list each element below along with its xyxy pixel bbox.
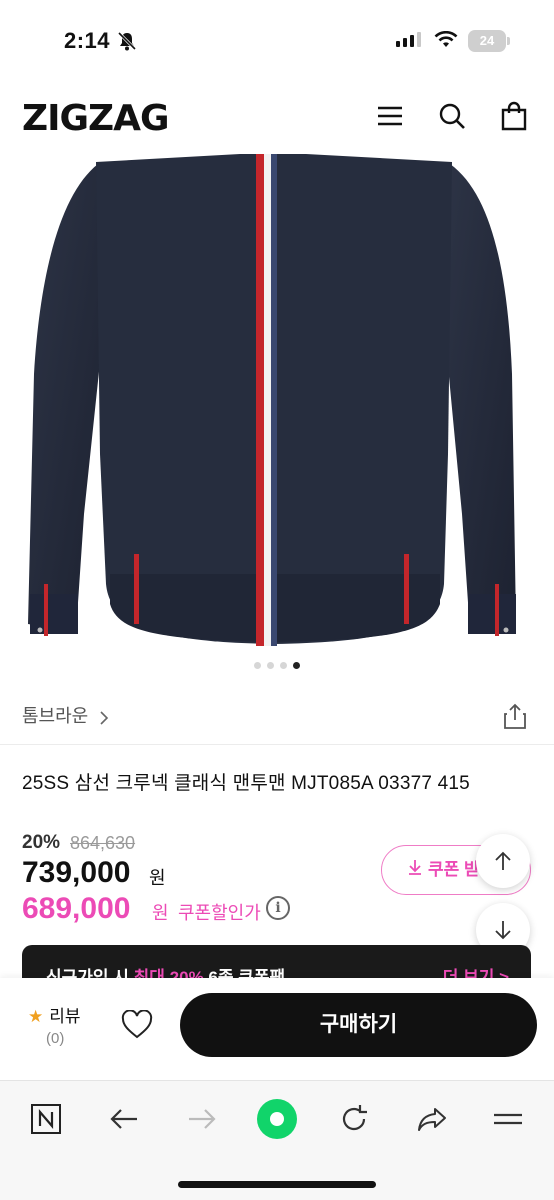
carousel-indicator bbox=[0, 662, 554, 669]
brand-row[interactable]: 톰브라운 bbox=[22, 702, 532, 730]
green-dot-icon bbox=[257, 1099, 297, 1139]
menu-icon[interactable] bbox=[374, 100, 406, 132]
carousel-dot[interactable] bbox=[280, 662, 287, 669]
share-page-button[interactable] bbox=[414, 1101, 450, 1137]
home-indicator[interactable] bbox=[178, 1181, 376, 1188]
download-icon bbox=[409, 860, 421, 875]
coupon-price-unit: 원 bbox=[152, 903, 169, 923]
arrow-right-icon bbox=[189, 1109, 216, 1129]
refresh-icon bbox=[342, 1105, 367, 1131]
share-arrow-icon bbox=[418, 1108, 446, 1131]
arrow-up-icon bbox=[495, 851, 511, 870]
app-header: ZIGZAG bbox=[0, 84, 554, 154]
carousel-dot[interactable] bbox=[267, 662, 274, 669]
wifi-icon bbox=[434, 31, 458, 47]
buy-button[interactable]: 구매하기 bbox=[180, 993, 537, 1057]
coupon-price-label: 쿠폰할인가 bbox=[178, 903, 261, 923]
review-count: (0) bbox=[46, 1030, 65, 1047]
hamburger-icon bbox=[494, 1113, 522, 1125]
naver-home-button[interactable] bbox=[28, 1101, 64, 1137]
sweatshirt-image bbox=[28, 154, 516, 646]
back-button[interactable] bbox=[106, 1101, 142, 1137]
search-icon[interactable] bbox=[436, 100, 468, 132]
cell-signal-icon bbox=[396, 32, 421, 47]
mute-bell-icon bbox=[117, 31, 137, 51]
review-label: 리뷰 bbox=[49, 1007, 81, 1026]
heart-icon[interactable] bbox=[120, 1010, 154, 1040]
naver-n-icon bbox=[31, 1104, 61, 1134]
coupon-price: 689,000 bbox=[22, 892, 131, 925]
naver-green-dot-button[interactable] bbox=[255, 1097, 299, 1141]
review-link[interactable]: ★ 리뷰 bbox=[28, 1002, 81, 1027]
sale-price-unit: 원 bbox=[149, 868, 166, 888]
battery-indicator: 24 bbox=[468, 30, 510, 52]
star-icon: ★ bbox=[28, 1007, 44, 1026]
original-price: 864,630 bbox=[70, 833, 136, 853]
info-icon[interactable]: i bbox=[266, 896, 290, 920]
browser-menu-button[interactable] bbox=[490, 1101, 526, 1137]
shopping-bag-icon[interactable] bbox=[498, 100, 530, 132]
carousel-dot-active[interactable] bbox=[293, 662, 300, 669]
scroll-up-button[interactable] bbox=[476, 834, 530, 888]
carousel-dot[interactable] bbox=[254, 662, 261, 669]
purchase-bar: ★ 리뷰 (0) 구매하기 bbox=[0, 978, 554, 1080]
sale-price: 739,000 bbox=[22, 856, 131, 889]
refresh-button[interactable] bbox=[336, 1101, 372, 1137]
share-icon[interactable] bbox=[502, 702, 528, 730]
status-time: 2:14 bbox=[64, 28, 111, 53]
product-title: 25SS 삼선 크루넥 클래식 맨투맨 MJT085A 03377 415 bbox=[22, 773, 470, 794]
get-coupon-label: 쿠폰 받 bbox=[428, 860, 480, 879]
divider bbox=[0, 744, 554, 745]
product-image[interactable] bbox=[0, 154, 554, 654]
forward-button[interactable] bbox=[184, 1101, 220, 1137]
chevron-right-icon bbox=[100, 711, 108, 725]
status-bar: 2:14 24 bbox=[0, 0, 554, 84]
zigzag-logo[interactable]: ZIGZAG bbox=[22, 98, 170, 139]
discount-rate: 20% bbox=[22, 832, 61, 853]
arrow-left-icon bbox=[110, 1109, 137, 1129]
brand-name[interactable]: 톰브라운 bbox=[22, 702, 88, 728]
arrow-down-icon bbox=[495, 921, 511, 940]
